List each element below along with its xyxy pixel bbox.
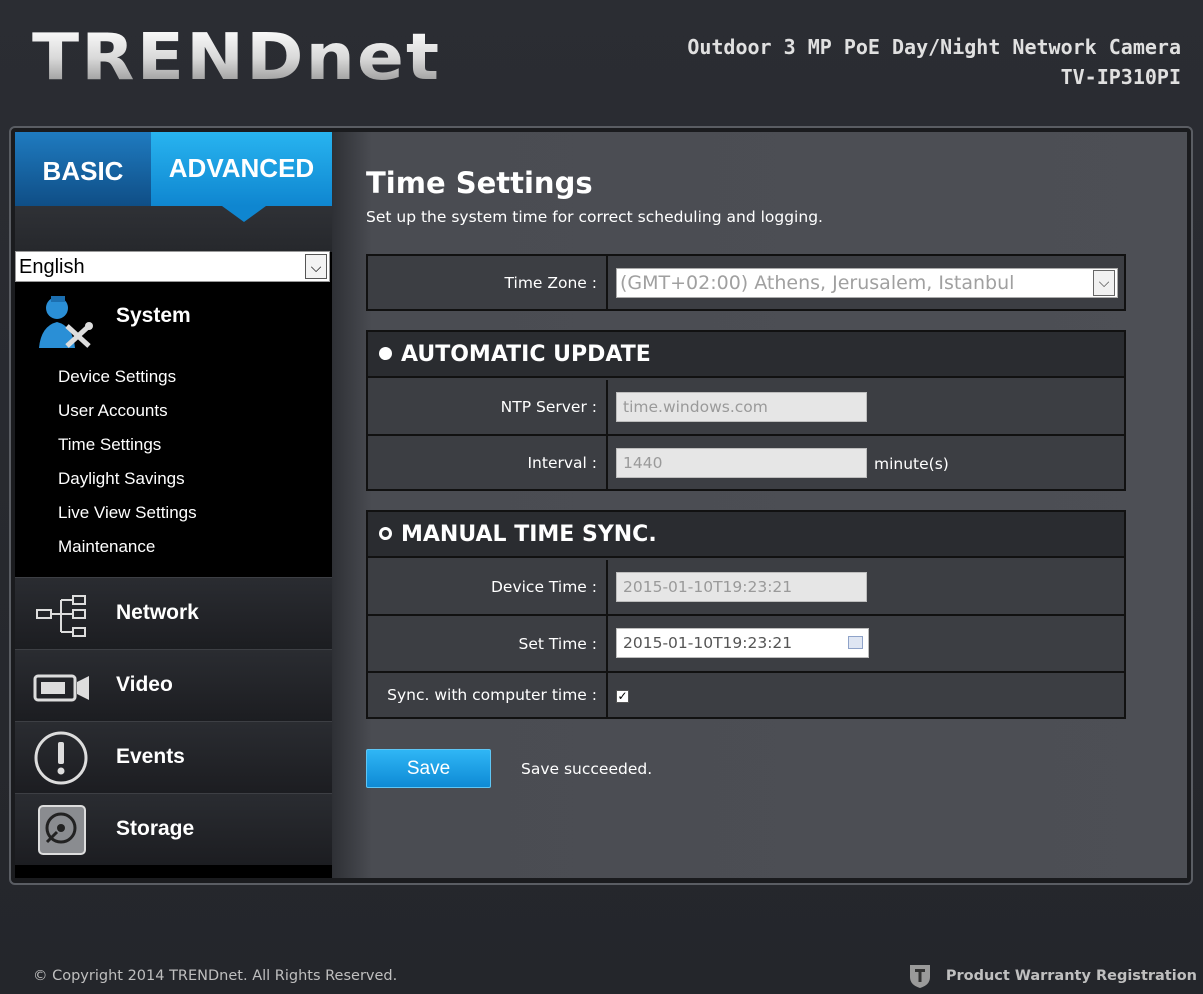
sidebar-item-label: Storage: [116, 817, 195, 840]
sidebar-item-storage[interactable]: Storage: [15, 793, 332, 865]
manual-sync-heading: MANUAL TIME SYNC.: [401, 522, 657, 547]
product-line: Outdoor 3 MP PoE Day/Night Network Camer…: [687, 35, 1181, 59]
device-time-row: Device Time : 2015-01-10T19:23:21: [368, 560, 1124, 616]
camera-icon: [33, 674, 89, 702]
ntp-server-input[interactable]: time.windows.com: [616, 392, 867, 422]
sync-computer-checkbox[interactable]: ✓: [616, 690, 629, 703]
manual-sync-header[interactable]: MANUAL TIME SYNC.: [368, 512, 1124, 558]
tabs-spacer: [15, 206, 332, 252]
active-tab-pointer: [222, 206, 266, 222]
save-status: Save succeeded.: [521, 760, 653, 778]
ntp-server-label: NTP Server :: [368, 380, 608, 434]
disk-icon: [38, 805, 86, 855]
interval-label: Interval :: [368, 436, 608, 489]
language-select[interactable]: English ⌵: [15, 251, 330, 282]
tab-advanced[interactable]: ADVANCED: [151, 132, 332, 206]
sidebar-item-device-settings[interactable]: Device Settings: [58, 367, 176, 387]
interval-unit: minute(s): [874, 455, 949, 473]
sidebar-item-label: Network: [116, 601, 199, 624]
set-time-input[interactable]: 2015-01-10T19:23:21: [616, 628, 869, 658]
sidebar-item-events[interactable]: Events: [15, 721, 332, 793]
network-tree-icon: [36, 595, 86, 637]
tab-basic[interactable]: BASIC: [15, 132, 151, 206]
sidebar-item-time-settings[interactable]: Time Settings: [58, 435, 161, 455]
timezone-select[interactable]: (GMT+02:00) Athens, Jerusalem, Istanbul …: [616, 268, 1118, 298]
sync-computer-row: Sync. with computer time : ✓: [368, 673, 1124, 717]
set-time-value: 2015-01-10T19:23:21: [623, 634, 793, 652]
ntp-server-row: NTP Server : time.windows.com: [368, 380, 1124, 436]
warranty-registration-link[interactable]: Product Warranty Registration: [946, 968, 1197, 984]
sidebar-item-label: Video: [116, 673, 173, 696]
alert-icon: [34, 731, 88, 785]
chevron-down-icon[interactable]: ⌵: [1093, 270, 1115, 296]
automatic-update-heading: AUTOMATIC UPDATE: [401, 342, 651, 367]
device-time-field: 2015-01-10T19:23:21: [616, 572, 867, 602]
page-title: Time Settings: [366, 166, 593, 200]
interval-input[interactable]: 1440: [616, 448, 867, 478]
user-tools-icon: [39, 296, 93, 348]
automatic-update-box: AUTOMATIC UPDATE NTP Server : time.windo…: [366, 330, 1126, 491]
sidebar-item-maintenance[interactable]: Maintenance: [58, 537, 155, 557]
sidebar-section-system: System Device Settings User Accounts Tim…: [15, 282, 332, 577]
sync-computer-label: Sync. with computer time :: [368, 673, 608, 717]
sidebar-item-live-view-settings[interactable]: Live View Settings: [58, 503, 197, 523]
mode-tabs: BASIC ADVANCED: [15, 132, 332, 206]
language-value: English: [19, 256, 85, 278]
automatic-update-header[interactable]: AUTOMATIC UPDATE: [368, 332, 1124, 378]
chevron-down-icon[interactable]: ⌵: [305, 254, 327, 279]
interval-row: Interval : 1440 minute(s): [368, 436, 1124, 489]
sidebar: BASIC ADVANCED English ⌵ System Device S…: [15, 132, 332, 878]
timezone-row: Time Zone : (GMT+02:00) Athens, Jerusale…: [368, 256, 1124, 309]
device-time-label: Device Time :: [368, 560, 608, 614]
automatic-update-radio[interactable]: [379, 346, 392, 360]
calendar-icon[interactable]: [848, 636, 863, 649]
copyright: © Copyright 2014 TRENDnet. All Rights Re…: [33, 968, 398, 984]
sidebar-item-network[interactable]: Network: [15, 577, 332, 649]
sidebar-item-video[interactable]: Video: [15, 649, 332, 721]
shield-icon: [910, 965, 930, 988]
sidebar-item-system[interactable]: System: [116, 304, 191, 328]
timezone-box: Time Zone : (GMT+02:00) Athens, Jerusale…: [366, 254, 1126, 311]
product-model: TV-IP310PI: [1060, 65, 1181, 89]
trendnet-logo: TRENDnet: [32, 21, 442, 95]
timezone-value: (GMT+02:00) Athens, Jerusalem, Istanbul: [620, 272, 1015, 294]
manual-sync-box: MANUAL TIME SYNC. Device Time : 2015-01-…: [366, 510, 1126, 719]
timezone-label: Time Zone :: [368, 256, 608, 309]
sidebar-item-daylight-savings[interactable]: Daylight Savings: [58, 469, 185, 489]
set-time-label: Set Time :: [368, 616, 608, 671]
page-subtitle: Set up the system time for correct sched…: [366, 208, 823, 226]
save-button[interactable]: Save: [366, 749, 491, 788]
set-time-row: Set Time : 2015-01-10T19:23:21: [368, 616, 1124, 673]
sidebar-item-label: Events: [116, 745, 185, 768]
sidebar-item-user-accounts[interactable]: User Accounts: [58, 401, 168, 421]
product-title: Outdoor 3 MP PoE Day/Night Network Camer…: [687, 32, 1181, 92]
manual-sync-radio[interactable]: [379, 526, 392, 540]
